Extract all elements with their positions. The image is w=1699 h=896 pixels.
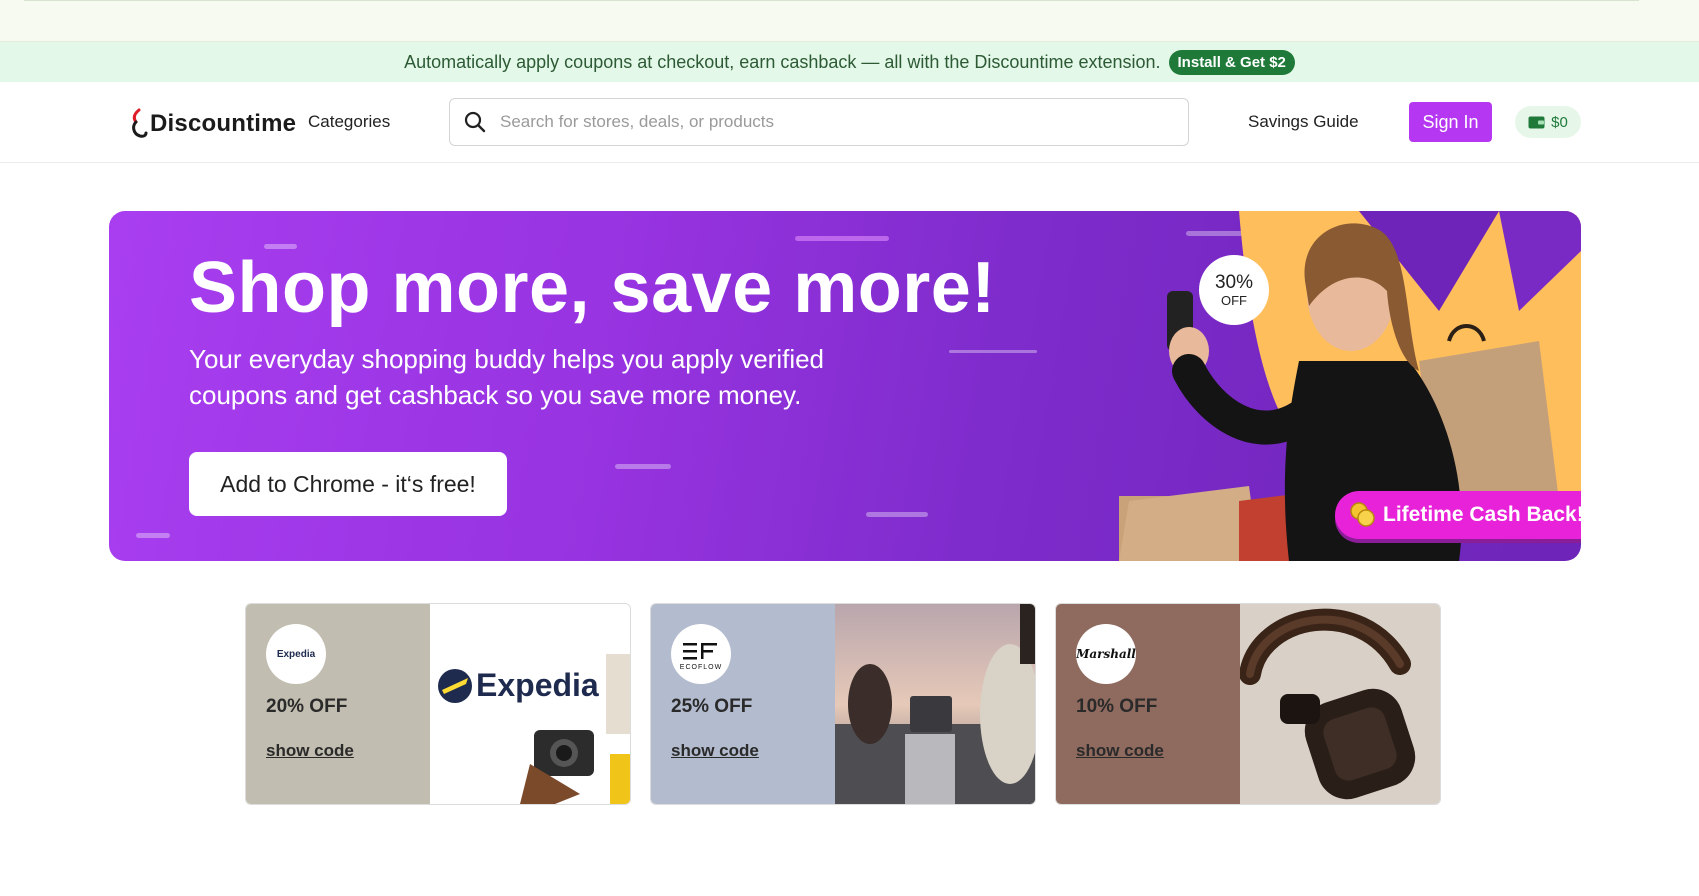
hero-subtitle: Your everyday shopping buddy helps you a…: [189, 344, 825, 410]
badge-percent: 30%: [1214, 271, 1254, 293]
hero-banner: Shop more, save more! Your everyday shop…: [109, 211, 1581, 561]
decor-dash: [136, 533, 170, 538]
promo-text: Automatically apply coupons at checkout,…: [404, 51, 1161, 72]
lifetime-cashback-tag: Lifetime Cash Back!: [1335, 491, 1581, 539]
deal-image: [1240, 604, 1440, 804]
decor-dash: [866, 512, 928, 517]
wallet-balance-button[interactable]: $0: [1515, 106, 1581, 138]
deal-card-marshall[interactable]: Marshall 10% OFF show code: [1055, 603, 1441, 805]
add-to-chrome-button[interactable]: Add to Chrome - it‘s free!: [189, 452, 507, 516]
brand-logo: Marshall: [1076, 624, 1136, 684]
promo-bar: Automatically apply coupons at checkout,…: [0, 42, 1699, 82]
deal-card-expedia[interactable]: Expedia 20% OFF show code Expedia: [245, 603, 631, 805]
deal-image: Expedia: [430, 604, 630, 804]
sign-in-button[interactable]: Sign In: [1409, 102, 1492, 142]
top-strip: [0, 0, 1699, 42]
badge-off: OFF: [1221, 292, 1247, 308]
show-code-button[interactable]: show code: [1076, 741, 1164, 761]
hero-title: Shop more, save more!: [189, 248, 996, 328]
brand-logo: ECOFLOW: [671, 624, 731, 684]
top-strip-divider: [24, 0, 1639, 1]
discount-label: 25% OFF: [671, 696, 753, 717]
deal-card-ecoflow[interactable]: ECOFLOW 25% OFF show code: [650, 603, 1036, 805]
wallet-balance: $0: [1551, 113, 1568, 131]
deal-panel: Marshall 10% OFF show code: [1056, 604, 1240, 804]
savings-guide-link[interactable]: Savings Guide: [1248, 112, 1359, 132]
install-extension-button[interactable]: Install & Get $2: [1168, 49, 1295, 75]
brand-logo-text: Marshall: [1076, 647, 1136, 661]
logo[interactable]: Discountime: [130, 108, 296, 140]
categories-menu[interactable]: Categories: [308, 112, 390, 132]
search-input[interactable]: [500, 112, 1160, 132]
header: Discountime Categories Savings Guide Sig…: [0, 82, 1699, 163]
decor-dash: [795, 236, 889, 241]
discount-label: 20% OFF: [266, 696, 348, 717]
logo-text: Discountime: [150, 110, 297, 137]
deal-panel: ECOFLOW 25% OFF show code: [651, 604, 835, 804]
ecoflow-image: [835, 604, 1035, 804]
search-bar[interactable]: [449, 98, 1189, 146]
cashback-label: Lifetime Cash Back!: [1383, 503, 1581, 526]
decor-dash: [615, 464, 671, 469]
marshall-headphones-image: [1240, 604, 1440, 804]
wallet-icon: [1528, 116, 1545, 129]
brand-logo: Expedia: [266, 624, 326, 684]
coins-icon: [1350, 502, 1375, 527]
deals-row: Expedia 20% OFF show code Expedia ECOFLO…: [245, 603, 1441, 805]
discount-label: 10% OFF: [1076, 696, 1158, 717]
discount-badge: 30% OFF: [1199, 255, 1269, 325]
svg-text:Expedia: Expedia: [476, 667, 599, 703]
deal-image: [835, 604, 1035, 804]
expedia-image: Expedia: [430, 604, 630, 804]
decor-dash: [949, 350, 1037, 353]
search-icon: [464, 111, 486, 133]
brand-logo-text: ECOFLOW: [679, 664, 723, 671]
show-code-button[interactable]: show code: [671, 741, 759, 761]
brand-logo-text: Expedia: [276, 648, 316, 660]
logo-icon: [132, 108, 148, 138]
show-code-button[interactable]: show code: [266, 741, 354, 761]
deal-panel: Expedia 20% OFF show code: [246, 604, 430, 804]
